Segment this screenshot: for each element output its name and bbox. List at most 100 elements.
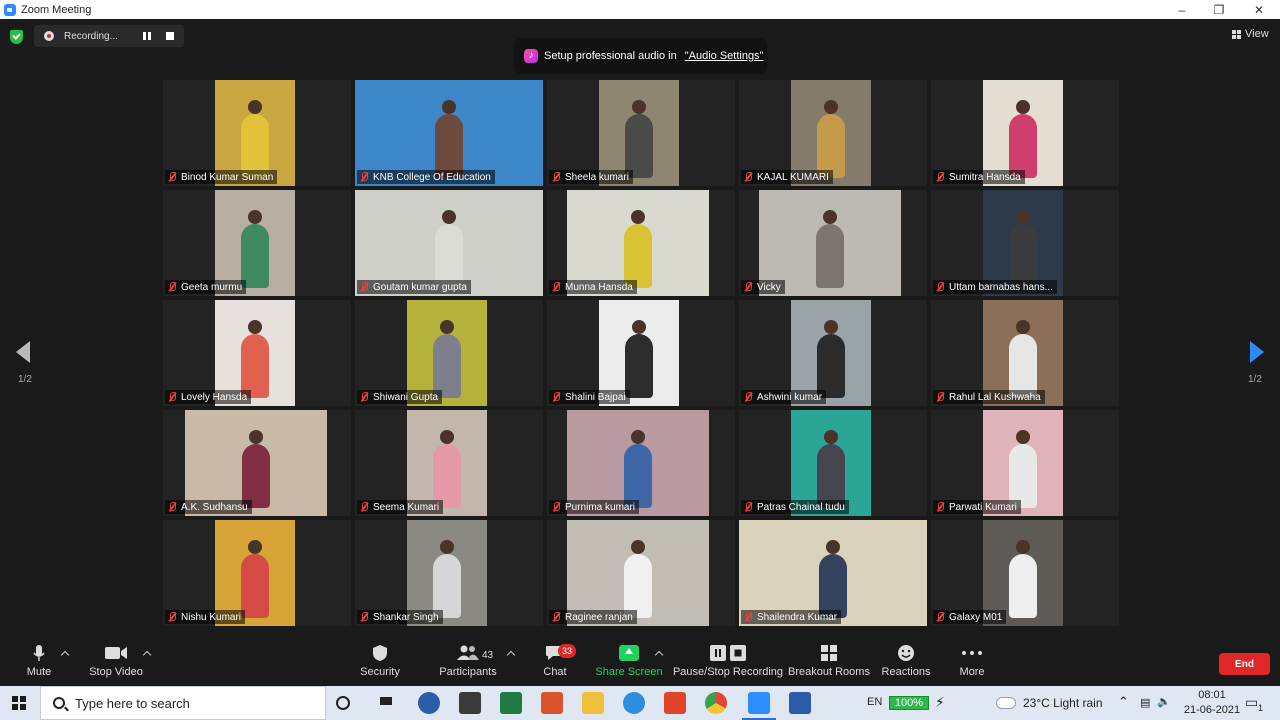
office-icon[interactable] bbox=[664, 692, 686, 714]
participant-name-bar: Munna Hansda bbox=[549, 280, 637, 294]
share-screen-icon-wrap bbox=[619, 640, 639, 666]
muted-mic-icon bbox=[936, 392, 945, 402]
participant-name: Sumitra Hansda bbox=[949, 171, 1021, 183]
participant-figure bbox=[624, 430, 652, 508]
participant-tile[interactable]: Shiwani Gupta bbox=[355, 300, 543, 406]
mute-button[interactable]: Mute bbox=[24, 640, 54, 686]
breakout-rooms-button[interactable]: Breakout Rooms bbox=[788, 640, 870, 686]
stop-video-button[interactable]: Stop Video bbox=[88, 640, 144, 686]
participant-tile[interactable]: Munna Hansda bbox=[547, 190, 735, 296]
participants-button[interactable]: Participants bbox=[439, 640, 497, 686]
participant-tile[interactable]: Galaxy M01 bbox=[931, 520, 1119, 626]
network-icon[interactable]: ▤ bbox=[1140, 696, 1150, 709]
muted-mic-icon bbox=[552, 282, 561, 292]
participant-figure bbox=[817, 430, 845, 508]
participant-tile[interactable]: Purnima kumari bbox=[547, 410, 735, 516]
previous-page-arrow-icon[interactable] bbox=[16, 341, 30, 363]
participant-tile[interactable]: Patras Chainal tudu bbox=[739, 410, 927, 516]
store-icon[interactable] bbox=[459, 692, 481, 714]
participant-name-bar: Uttam barnabas hans... bbox=[933, 280, 1057, 294]
participant-figure bbox=[1009, 540, 1037, 618]
weather-cloud-icon bbox=[997, 698, 1015, 708]
minimize-button[interactable]: – bbox=[1162, 0, 1202, 19]
participant-tile[interactable]: Sheela kumari bbox=[547, 80, 735, 186]
end-meeting-button[interactable]: End bbox=[1219, 653, 1270, 675]
reactions-button[interactable]: Reactions bbox=[882, 640, 930, 686]
participant-name-bar: Parwati Kumari bbox=[933, 500, 1021, 514]
clock-date[interactable]: 21-06-2021 bbox=[1179, 704, 1245, 716]
participant-name: Raginee ranjan bbox=[565, 611, 633, 623]
participant-figure bbox=[435, 210, 463, 288]
zoom-taskbar-icon[interactable] bbox=[742, 692, 776, 720]
participant-name: Shiwani Gupta bbox=[373, 391, 439, 403]
participant-tile[interactable]: KNB College Of Education bbox=[355, 80, 543, 186]
word-icon[interactable] bbox=[789, 692, 811, 714]
close-button[interactable]: ✕ bbox=[1239, 0, 1279, 19]
participant-tile[interactable]: Shalini Bajpai bbox=[547, 300, 735, 406]
volume-icon[interactable]: 🔈 bbox=[1157, 695, 1171, 708]
participant-name-bar: Goutam kumar gupta bbox=[357, 280, 471, 294]
participant-tile[interactable]: Parwati Kumari bbox=[931, 410, 1119, 516]
participant-tile[interactable]: Lovely Hansda bbox=[163, 300, 351, 406]
participant-tile[interactable]: Ashwini kumar bbox=[739, 300, 927, 406]
edge-icon[interactable] bbox=[623, 692, 645, 714]
participant-tile[interactable]: Rahul Lal Kushwaha bbox=[931, 300, 1119, 406]
participants-options-chevron-icon[interactable] bbox=[506, 650, 516, 660]
clock-time[interactable]: 08:01 bbox=[1191, 689, 1233, 701]
participant-name-bar: Shalini Bajpai bbox=[549, 390, 630, 404]
participant-tile[interactable]: Sumitra Hansda bbox=[931, 80, 1119, 186]
cortana-icon[interactable] bbox=[336, 696, 350, 710]
weather-text[interactable]: 23°C Light rain bbox=[1023, 696, 1103, 710]
participant-tile[interactable]: Geeta murmu bbox=[163, 190, 351, 296]
participant-tile[interactable]: Vicky bbox=[739, 190, 927, 296]
plug-icon: ⚡ bbox=[935, 694, 945, 710]
participant-tile[interactable]: Goutam kumar gupta bbox=[355, 190, 543, 296]
pause-recording-icon[interactable] bbox=[143, 32, 151, 40]
participant-tile[interactable]: KAJAL KUMARI bbox=[739, 80, 927, 186]
windows-start-icon[interactable] bbox=[12, 696, 26, 710]
audio-options-chevron-icon[interactable] bbox=[60, 650, 70, 660]
muted-mic-icon bbox=[744, 612, 753, 622]
window-titlebar: Zoom Meeting – ❐ ✕ bbox=[0, 0, 1280, 19]
maximize-button[interactable]: ❐ bbox=[1199, 0, 1239, 19]
meeting-toolbar: Mute Stop Video Security Participants 43… bbox=[0, 640, 1280, 686]
app-circle-icon[interactable] bbox=[418, 692, 440, 714]
view-button[interactable]: View bbox=[1232, 28, 1269, 40]
muted-mic-icon bbox=[744, 172, 753, 182]
more-button[interactable]: More bbox=[954, 640, 990, 686]
participant-tile[interactable]: Shailendra Kumar bbox=[739, 520, 927, 626]
security-shield-icon[interactable] bbox=[10, 30, 23, 44]
share-screen-button[interactable]: Share Screen bbox=[595, 640, 663, 686]
stop-recording-icon[interactable] bbox=[166, 32, 174, 40]
file-explorer-icon[interactable] bbox=[582, 692, 604, 714]
participant-tile[interactable]: A.K. Sudhansu bbox=[163, 410, 351, 516]
participant-tile[interactable]: Uttam barnabas hans... bbox=[931, 190, 1119, 296]
language-indicator[interactable]: EN bbox=[867, 696, 882, 708]
powerpoint-icon[interactable] bbox=[541, 692, 563, 714]
participant-figure bbox=[242, 430, 270, 508]
notifications-icon[interactable]: ▭ bbox=[1245, 694, 1258, 711]
battery-indicator[interactable]: 100% bbox=[889, 696, 929, 710]
audio-tip-text: Setup professional audio in bbox=[544, 50, 677, 62]
participant-name-bar: Seema Kumari bbox=[357, 500, 444, 514]
audio-settings-link[interactable]: "Audio Settings" bbox=[685, 50, 764, 62]
next-page-arrow-icon[interactable] bbox=[1250, 341, 1264, 363]
participant-tile[interactable]: Binod Kumar Suman bbox=[163, 80, 351, 186]
participant-figure bbox=[1009, 320, 1037, 398]
chrome-icon[interactable] bbox=[705, 692, 727, 714]
participant-name: Shalini Bajpai bbox=[565, 391, 626, 403]
security-button[interactable]: Security bbox=[358, 640, 402, 686]
taskbar-search-box[interactable]: Type here to search bbox=[40, 686, 326, 720]
reactions-label: Reactions bbox=[881, 666, 931, 678]
pause-stop-recording-button[interactable]: Pause/Stop Recording bbox=[673, 640, 783, 686]
task-view-icon[interactable] bbox=[377, 692, 399, 714]
participant-tile[interactable]: Raginee ranjan bbox=[547, 520, 735, 626]
participant-tile[interactable]: Seema Kumari bbox=[355, 410, 543, 516]
participant-tile[interactable]: Shankar Singh bbox=[355, 520, 543, 626]
excel-icon[interactable] bbox=[500, 692, 522, 714]
tray-chevron-up-icon[interactable]: ⌃ bbox=[1118, 694, 1129, 710]
video-options-chevron-icon[interactable] bbox=[142, 650, 152, 660]
participant-tile[interactable]: Nishu Kumari bbox=[163, 520, 351, 626]
participant-figure bbox=[1009, 430, 1037, 508]
participant-name-bar: Shailendra Kumar bbox=[741, 610, 842, 624]
